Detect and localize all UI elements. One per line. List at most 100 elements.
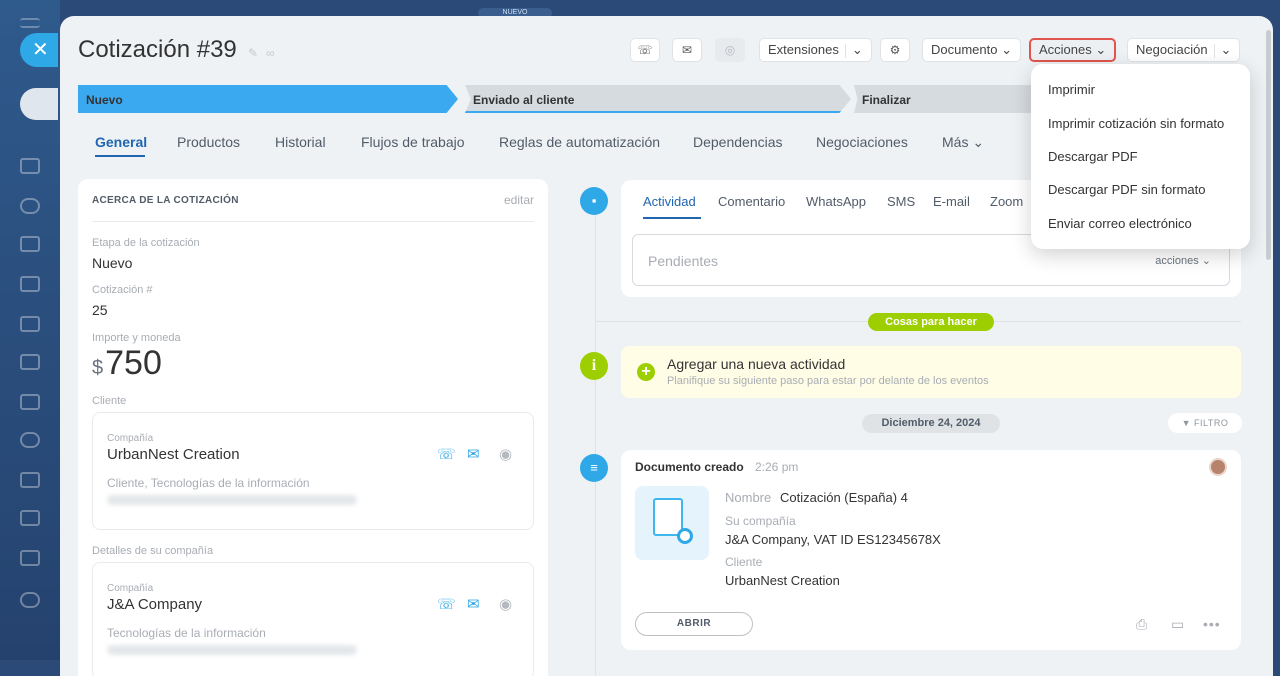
link-icon[interactable]: ∞	[266, 46, 275, 60]
client-label: Cliente	[92, 395, 127, 407]
card-icon[interactable]	[20, 354, 40, 370]
chevron-down-icon: ⌄	[1095, 42, 1107, 57]
company-card[interactable]: Compañía J&A Company Tecnologías de la i…	[92, 562, 534, 676]
tab-sms[interactable]: SMS	[887, 194, 915, 209]
stage-label: Etapa de la cotización	[92, 237, 200, 249]
activity-icon: ▪	[580, 187, 608, 215]
chat-icon[interactable]	[20, 158, 40, 174]
tab-comment[interactable]: Comentario	[718, 194, 785, 209]
tab-dependencies[interactable]: Dependencias	[693, 134, 783, 150]
add-activity-subtitle: Planifique su siguiente paso para estar …	[667, 375, 989, 387]
note-icon[interactable]: ▭	[1171, 616, 1184, 633]
calendar-icon[interactable]	[20, 236, 40, 252]
edit-title-icon[interactable]: ✎	[248, 46, 258, 60]
tab-email[interactable]: E-mail	[933, 194, 970, 209]
about-card: ACERCA DE LA COTIZACIÓN editar Etapa de …	[78, 179, 548, 676]
info-icon: i	[580, 352, 608, 380]
doc-client-value: UrbanNest Creation	[725, 573, 840, 588]
settings-button[interactable]: ⚙	[880, 38, 910, 62]
contacts-icon[interactable]	[20, 432, 40, 448]
chat-icon[interactable]: ◉	[499, 445, 512, 463]
report-icon[interactable]	[20, 316, 40, 332]
open-button[interactable]: ABRIR	[635, 612, 753, 636]
stage-sent[interactable]: Enviado al cliente	[465, 85, 851, 113]
document-button[interactable]: Documento ⌄	[922, 38, 1022, 62]
funnel-icon: ▼	[1181, 418, 1192, 428]
close-slider-button[interactable]: ✕	[20, 33, 58, 67]
client-name[interactable]: UrbanNest Creation	[107, 446, 240, 463]
tab-zoom[interactable]: Zoom	[990, 194, 1023, 209]
magnifier-icon	[677, 528, 693, 544]
todo-pill: Cosas para hacer	[868, 313, 994, 331]
amount-label: Importe y moneda	[92, 332, 181, 344]
pending-placeholder: Pendientes	[648, 253, 719, 269]
menu-item-send-email[interactable]: Enviar correo electrónico	[1048, 216, 1192, 231]
divider	[92, 221, 534, 222]
add-activity-title: Agregar una nueva actividad	[667, 356, 846, 372]
stage-new[interactable]: Nuevo	[78, 85, 458, 113]
menu-item-download-pdf-plain[interactable]: Descargar PDF sin formato	[1048, 182, 1206, 197]
avatar[interactable]	[1209, 458, 1227, 476]
document-icon[interactable]	[20, 276, 40, 292]
extensions-button[interactable]: Extensiones ⌄	[759, 38, 872, 62]
chat-icon: ◎	[724, 43, 736, 57]
tab-workflows[interactable]: Flujos de trabajo	[361, 134, 465, 150]
call-button[interactable]: ☏	[630, 38, 660, 62]
tab-general[interactable]: General	[95, 134, 147, 150]
company-name[interactable]: J&A Company	[107, 596, 202, 613]
menu-item-print[interactable]: Imprimir	[1048, 82, 1095, 97]
document-created-card: Documento creado 2:26 pm Nombre Cotizaci…	[621, 450, 1241, 650]
amount-value: $750	[92, 344, 162, 383]
print-icon[interactable]: ⎙	[1136, 616, 1147, 633]
edit-link[interactable]: editar	[504, 193, 534, 207]
mail-icon[interactable]	[20, 394, 40, 410]
scrollbar[interactable]	[1266, 30, 1271, 260]
number-label: Cotización #	[92, 284, 153, 296]
document-timeline-icon: ≡	[580, 454, 608, 482]
tab-automation[interactable]: Reglas de automatización	[499, 134, 660, 150]
client-type: Compañía	[107, 433, 154, 444]
chevron-down-icon: ⌄	[851, 42, 863, 57]
envelope-icon[interactable]: ✉	[467, 445, 480, 463]
chat-button[interactable]: ◎	[715, 38, 745, 62]
tab-whatsapp[interactable]: WhatsApp	[806, 194, 866, 209]
collapse-hint[interactable]	[20, 88, 58, 120]
tab-history[interactable]: Historial	[275, 134, 326, 150]
document-thumbnail[interactable]	[635, 486, 709, 560]
add-activity-card[interactable]: + Agregar una nueva actividad Planifique…	[621, 346, 1241, 398]
chat-icon[interactable]: ◉	[499, 595, 512, 613]
company-label: Detalles de su compañía	[92, 545, 214, 557]
actions-dropdown[interactable]: acciones ⌄	[1155, 254, 1211, 267]
active-tab-underline	[95, 155, 145, 157]
phone-icon[interactable]: ☏	[437, 595, 456, 613]
tab-activity[interactable]: Actividad	[643, 194, 696, 209]
email-button[interactable]: ✉	[672, 38, 702, 62]
plus-icon[interactable]: +	[637, 363, 655, 381]
doc-company-label: Su compañía	[725, 514, 796, 528]
doc-name-value[interactable]: Cotización (España) 4	[780, 490, 908, 505]
tab-more[interactable]: Más ⌄	[942, 134, 984, 151]
settings-icon[interactable]	[20, 592, 40, 608]
filter-icon[interactable]	[20, 510, 40, 526]
envelope-icon[interactable]: ✉	[467, 595, 480, 613]
actions-button[interactable]: Acciones ⌄	[1029, 38, 1117, 62]
activity-tab-underline	[643, 217, 701, 219]
tab-deals[interactable]: Negociaciones	[816, 134, 908, 150]
company-desc: Tecnologías de la información	[107, 626, 266, 640]
menu-icon[interactable]	[20, 18, 40, 28]
target-icon[interactable]	[20, 198, 40, 214]
date-pill: Diciembre 24, 2024	[862, 414, 1000, 433]
menu-item-download-pdf[interactable]: Descargar PDF	[1048, 149, 1138, 164]
doc-company-value: J&A Company, VAT ID ES12345678X	[725, 532, 941, 547]
client-card[interactable]: Compañía UrbanNest Creation Cliente, Tec…	[92, 412, 534, 530]
tab-products[interactable]: Productos	[177, 134, 240, 150]
phone-icon[interactable]: ☏	[437, 445, 456, 463]
stage-value: Nuevo	[92, 255, 133, 271]
menu-item-print-plain[interactable]: Imprimir cotización sin formato	[1048, 116, 1224, 131]
tasks-icon[interactable]	[20, 472, 40, 488]
team-icon[interactable]	[20, 550, 40, 566]
filter-button[interactable]: ▼ FILTRO	[1168, 413, 1242, 433]
envelope-icon: ✉	[681, 43, 693, 57]
more-icon[interactable]: •••	[1203, 616, 1221, 632]
deal-button[interactable]: Negociación ⌄	[1127, 38, 1241, 62]
